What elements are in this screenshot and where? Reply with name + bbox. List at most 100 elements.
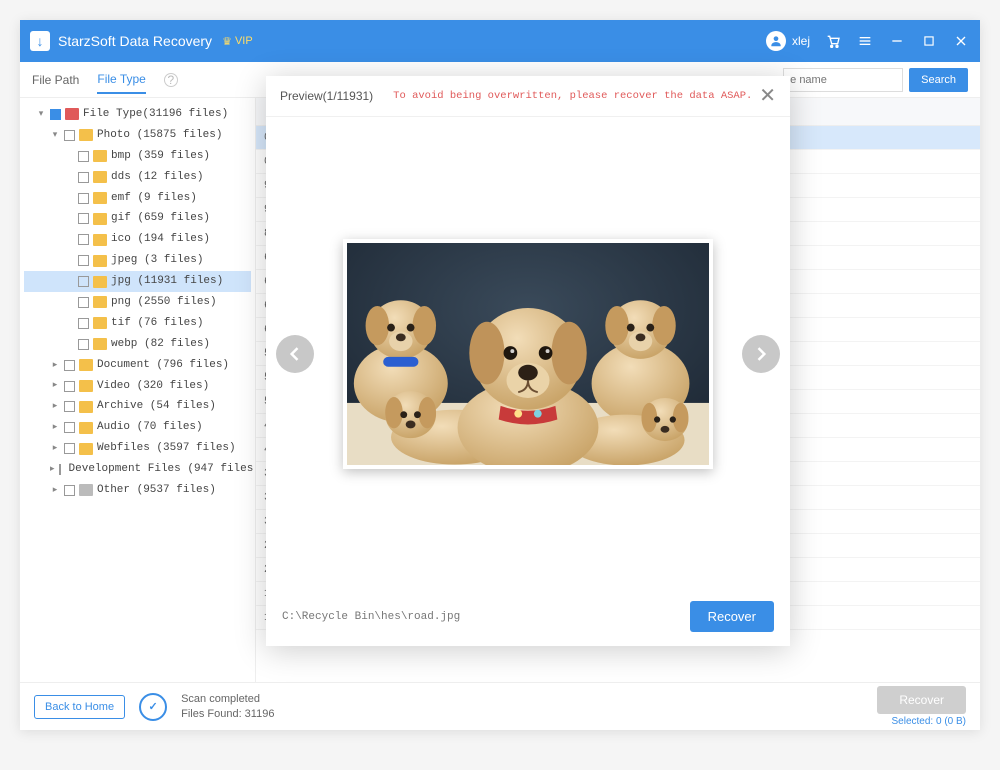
tree-item[interactable]: ▸ Archive (54 files) [24,396,251,417]
minimize-icon[interactable] [888,32,906,50]
folder-icon [79,443,93,455]
checkbox[interactable] [78,255,89,266]
checkbox[interactable] [64,360,75,371]
tree-item[interactable]: ▸Document (796 files) [24,355,251,376]
search-button[interactable]: Search [909,68,968,92]
checkbox[interactable] [64,401,75,412]
checkbox[interactable] [78,318,89,329]
caret-down-icon[interactable]: ▾ [50,127,60,144]
checkbox[interactable] [59,464,61,475]
tree-item-label: dds (12 files) [111,167,203,188]
checkbox[interactable] [64,130,75,141]
scan-complete-icon: ✓ [139,693,167,721]
tree-item-label: gif (659 files) [111,208,210,229]
tree-item[interactable]: ▸Audio (70 files) [24,417,251,438]
caret-right-icon[interactable]: ▸ [50,482,60,499]
search-input[interactable] [783,68,903,92]
checkbox[interactable] [78,172,89,183]
tree-item-label: jpeg (3 files) [111,250,203,271]
tree-item[interactable]: webp (82 files) [24,334,251,355]
folder-icon [93,338,107,350]
file-type-tree: ▾ File Type(31196 files) ▾ Photo (15875 fil… [20,98,256,682]
tree-item[interactable]: ▾ Photo (15875 files) [24,125,251,146]
tree-item[interactable]: ▸Webfiles (3597 files) [24,438,251,459]
checkbox[interactable] [64,422,75,433]
crown-icon: ♛ [222,35,232,48]
tree-item-label: ico (194 files) [111,229,210,250]
tree-item-label: Archive (54 files) [97,396,216,417]
folder-icon [93,171,107,183]
tree-item[interactable]: ▸Other (9537 files) [24,480,251,501]
cart-icon[interactable] [824,32,842,50]
tree-item[interactable]: tif (76 files) [24,313,251,334]
tree-item[interactable]: bmp (359 files) [24,146,251,167]
checkbox[interactable] [78,339,89,350]
tab-file-type[interactable]: File Type [97,66,145,94]
folder-icon [79,380,93,392]
menu-icon[interactable] [856,32,874,50]
preview-warning: To avoid being overwritten, please recov… [393,90,752,102]
caret-right-icon[interactable]: ▸ [50,419,60,436]
close-icon[interactable] [952,32,970,50]
tree-item-label: Video (320 files) [97,376,209,397]
preview-image [343,239,713,469]
folder-icon [79,129,93,141]
tree-item-label: jpg (11931 files) [111,271,223,292]
tree-item-label: png (2550 files) [111,292,217,313]
preview-next-button[interactable] [742,335,780,373]
tree-item[interactable]: gif (659 files) [24,208,251,229]
tree-item[interactable]: ▸Development Files (947 files) [24,459,251,480]
tree-item-label: Development Files (947 files) [69,459,256,480]
caret-right-icon[interactable]: ▸ [50,440,60,457]
scan-status-line2: Files Found: 31196 [181,707,274,721]
caret-right-icon[interactable]: ▸ [50,357,60,374]
tree-item[interactable]: jpeg (3 files) [24,250,251,271]
caret-right-icon[interactable]: ▸ [50,398,60,415]
checkbox[interactable] [64,381,75,392]
checkbox[interactable] [64,443,75,454]
maximize-icon[interactable] [920,32,938,50]
caret-down-icon[interactable]: ▾ [36,106,46,123]
tree-item[interactable]: dds (12 files) [24,167,251,188]
preview-footer: C:\Recycle Bin\hes\road.jpg Recover [266,591,790,646]
app-frame: ↓ StarzSoft Data Recovery ♛ VIP xlej Fil… [20,20,980,730]
back-to-home-button[interactable]: Back to Home [34,695,125,719]
checkbox[interactable] [78,297,89,308]
folder-icon [93,150,107,162]
folder-icon [93,192,107,204]
checkbox[interactable] [78,276,89,287]
folder-icon [93,317,107,329]
checkbox[interactable] [78,193,89,204]
preview-body [266,117,790,591]
tree-item[interactable]: emf (9 files) [24,188,251,209]
tree-item[interactable]: ▾ File Type(31196 files) [24,104,251,125]
preview-close-icon[interactable]: ✕ [759,86,776,106]
tree-item-label: File Type(31196 files) [83,104,228,125]
checkbox[interactable] [50,109,61,120]
tree-item-label: bmp (359 files) [111,146,210,167]
preview-prev-button[interactable] [276,335,314,373]
preview-header: Preview(1/11931) To avoid being overwrit… [266,76,790,117]
preview-recover-button[interactable]: Recover [690,601,774,632]
scan-status: Scan completed Files Found: 31196 [181,692,274,721]
preview-filepath: C:\Recycle Bin\hes\road.jpg [282,611,460,623]
caret-right-icon[interactable]: ▸ [50,461,55,478]
vip-label: VIP [235,35,253,47]
checkbox[interactable] [78,213,89,224]
tree-item[interactable]: ico (194 files) [24,229,251,250]
folder-icon [93,213,107,225]
tree-item[interactable]: png (2550 files) [24,292,251,313]
recover-button[interactable]: Recover [877,686,966,714]
tree-item-label: Photo (15875 files) [97,125,222,146]
checkbox[interactable] [78,234,89,245]
folder-icon [93,276,107,288]
tab-file-path[interactable]: File Path [32,67,79,93]
caret-right-icon[interactable]: ▸ [50,377,60,394]
tree-item[interactable]: jpg (11931 files) [24,271,251,292]
checkbox[interactable] [78,151,89,162]
tree-item[interactable]: ▸ Video (320 files) [24,376,251,397]
checkbox[interactable] [64,485,75,496]
help-icon[interactable]: ? [164,73,178,87]
app-logo-icon: ↓ [30,31,50,51]
user-avatar-icon[interactable] [766,31,786,51]
